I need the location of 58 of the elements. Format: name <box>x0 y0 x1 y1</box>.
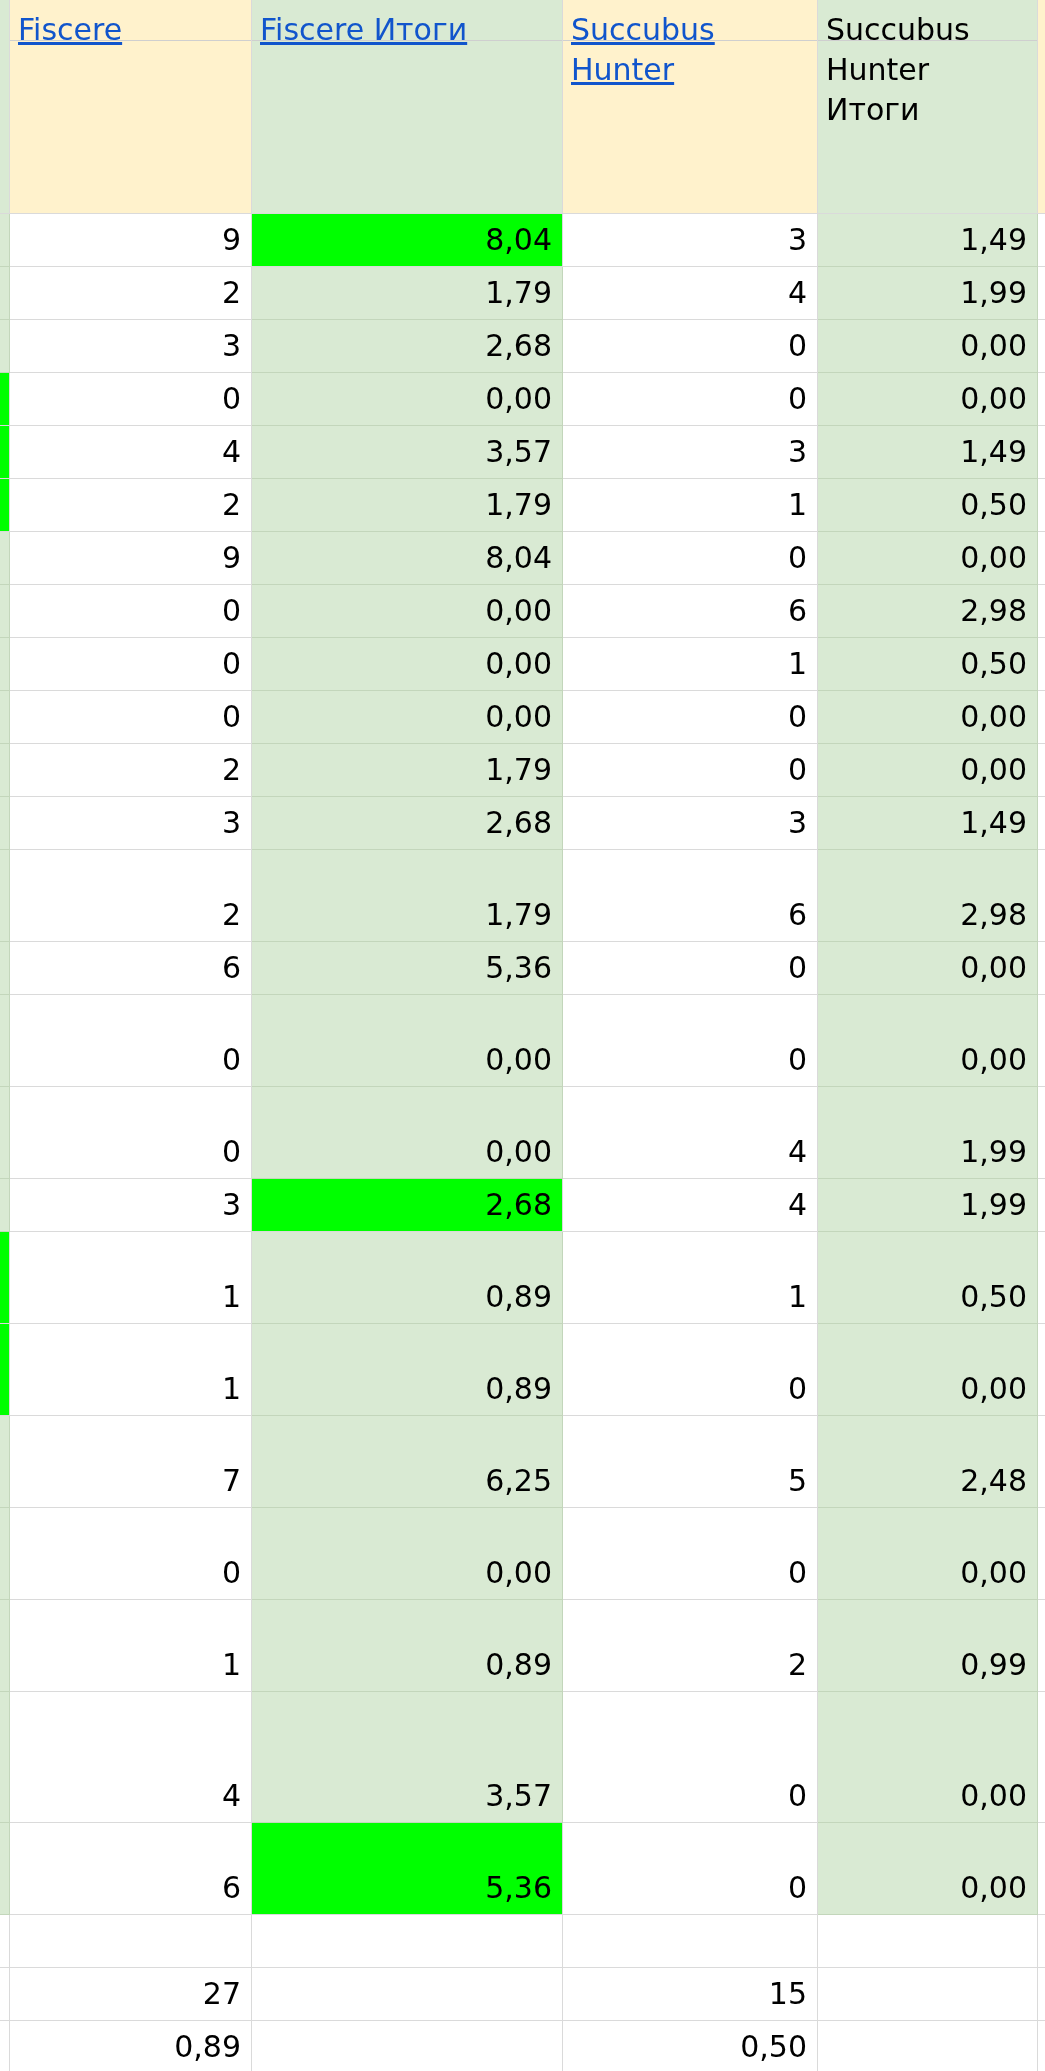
table-cell: 1,49 <box>818 797 1038 850</box>
table-cell: 1,49 <box>818 214 1038 267</box>
table-cell: 5,36 <box>252 942 563 995</box>
table-cell: 8,04 <box>252 532 563 585</box>
table-cell: 15 <box>563 1968 818 2021</box>
table-cell <box>0 1915 10 1968</box>
table-cell: 6,25 <box>252 1416 563 1508</box>
table-cell: 1,99 <box>818 1087 1038 1179</box>
table-cell <box>0 1968 10 2021</box>
table-cell: 0,00 <box>252 1508 563 1600</box>
column-header-link[interactable]: Fiscere <box>18 10 123 50</box>
table-cell: 1,99 <box>818 267 1038 320</box>
table-cell: 8,04 <box>252 214 563 267</box>
table-cell: 0,50 <box>818 1232 1038 1324</box>
table-cell: 2,48 <box>818 1416 1038 1508</box>
table-cell: 1,79 <box>252 267 563 320</box>
table-cell: 0,00 <box>818 1324 1038 1416</box>
table-cell: 2,68 <box>252 1179 563 1232</box>
table-cell: 0,00 <box>818 320 1038 373</box>
table-cell: 0,00 <box>252 585 563 638</box>
table-cell: 5,36 <box>252 1823 563 1915</box>
table-cell: 1,49 <box>818 426 1038 479</box>
table-cell: 1,79 <box>252 850 563 942</box>
table-cell: 2,68 <box>252 797 563 850</box>
table-cell: 0,00 <box>818 373 1038 426</box>
table-cell: 1,79 <box>252 479 563 532</box>
table-cell: 0,00 <box>252 1087 563 1179</box>
table-cell: 3,57 <box>252 1692 563 1823</box>
table-cell: 0,00 <box>818 1823 1038 1915</box>
table-cell: 0,00 <box>818 1692 1038 1823</box>
table-cell: 0,50 <box>818 638 1038 691</box>
column-header: Succubus Hunter Итоги <box>818 0 1038 214</box>
table-cell: 2,68 <box>252 320 563 373</box>
table-cell: 0,89 <box>252 1324 563 1416</box>
table-cell: 1,99 <box>818 1179 1038 1232</box>
table-cell: 1,79 <box>252 744 563 797</box>
column-header-link[interactable]: Fiscere Итоги <box>260 10 468 50</box>
table-cell: 27 <box>10 1968 252 2021</box>
table-cell: 0,00 <box>252 638 563 691</box>
table-cell: 2,98 <box>818 850 1038 942</box>
table-cell: 0,00 <box>252 995 563 1087</box>
table-cell: 0,00 <box>818 691 1038 744</box>
table-cell: 0,00 <box>818 995 1038 1087</box>
table-cell: 2,98 <box>818 585 1038 638</box>
table-cell: 0,50 <box>818 479 1038 532</box>
table-cell: 0,00 <box>818 1508 1038 1600</box>
table-cell: 0,89 <box>10 2021 252 2071</box>
table-cell: 3,57 <box>252 426 563 479</box>
column-header-link[interactable]: Succubus Hunter <box>571 10 809 90</box>
table-cell: 0,89 <box>252 1232 563 1324</box>
table-cell: 0,00 <box>252 691 563 744</box>
table-cell: 0,89 <box>252 1600 563 1692</box>
table-cell: 0,00 <box>818 532 1038 585</box>
table-cell: 0,00 <box>818 744 1038 797</box>
table-cell: 0,00 <box>818 942 1038 995</box>
table-cell: 0,99 <box>818 1600 1038 1692</box>
table-cell: 0,00 <box>252 373 563 426</box>
table-cell: 0,50 <box>563 2021 818 2071</box>
